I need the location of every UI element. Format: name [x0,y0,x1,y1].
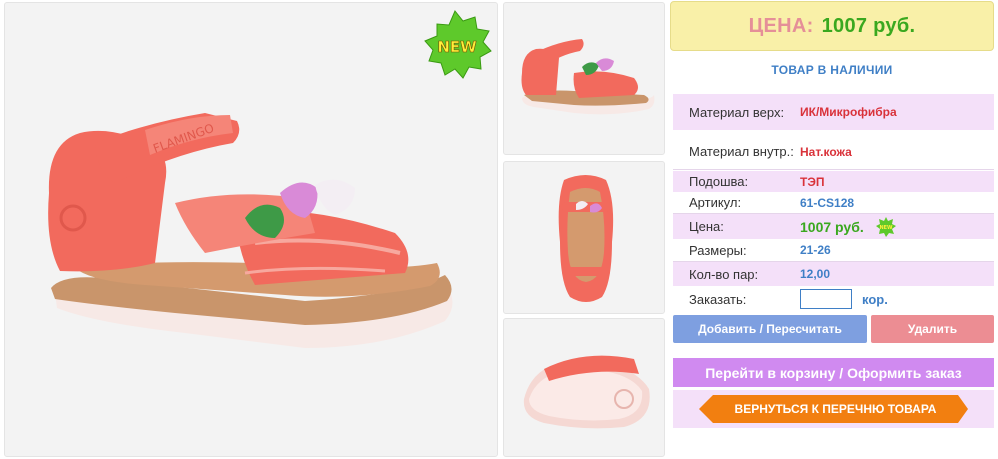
spec-label: Артикул: [689,195,742,210]
stock-status: ТОВАР В НАЛИЧИИ [771,63,893,77]
spec-row-upper-material: Материал верх: ИК/Микрофибра [673,94,994,130]
spec-label: Материал внутр.: [689,144,794,159]
thumbnail-side-view[interactable] [503,2,665,155]
new-badge-icon: NEW [424,10,492,79]
spec-row-sole: Подошва: ТЭП [673,171,994,192]
spec-value: 21-26 [800,243,831,257]
svg-text:NEW: NEW [437,38,477,56]
spec-label: Размеры: [689,242,747,258]
spec-row-inner-material: Материал внутр.: Нат.кожа [673,134,994,170]
order-unit: кор. [862,291,888,307]
spec-label: Материал верх: [689,104,785,120]
spec-label: Цена: [689,219,724,234]
main-product-image[interactable]: FLAMINGO NEW [4,2,498,457]
thumbnail-top-view[interactable] [503,161,665,314]
sandal-sole-thumb [523,355,650,429]
spec-row-sizes: Размеры: 21-26 [673,239,994,262]
spec-value: 61-CS128 [800,195,855,210]
spec-value: ИК/Микрофибра [800,105,897,119]
spec-value: Нат.кожа [800,144,852,159]
delete-button[interactable]: Удалить [871,315,994,343]
spec-row-article: Артикул: 61-CS128 [673,192,994,214]
go-to-cart-button[interactable]: Перейти в корзину / Оформить заказ [673,358,994,387]
order-row: Заказать: кор. [673,287,994,311]
back-button-container: ВЕРНУТЬСЯ К ПЕРЕЧНЮ ТОВАРА [673,390,994,428]
back-to-list-button[interactable]: ВЕРНУТЬСЯ К ПЕРЕЧНЮ ТОВАРА [699,395,968,423]
thumbnail-sole-view[interactable] [503,318,665,457]
sandal-main-illustration: FLAMINGO NEW [48,10,492,348]
spec-value: ТЭП [800,174,825,189]
sandal-top-thumb [558,175,614,302]
spec-value: 12,00 [800,267,831,281]
spec-label: Подошва: [689,174,749,189]
spec-value: 1007 руб. [800,218,864,235]
new-mini-badge-icon: NEW [875,216,896,237]
product-info-panel: ЦЕНА: 1007 руб. ТОВАР В НАЛИЧИИ Материал… [670,0,994,459]
price-label: ЦЕНА: [748,14,814,37]
price-banner: ЦЕНА: 1007 руб. [670,1,994,51]
spec-row-pairs: Кол-во пар: 12,00 [673,262,994,286]
price-value: 1007 руб. [821,14,916,37]
spec-row-price: Цена: 1007 руб. NEW [673,214,994,239]
sandal-side-thumb [521,39,655,115]
order-label: Заказать: [689,291,747,307]
add-recalculate-button[interactable]: Добавить / Пересчитать [673,315,867,343]
svg-text:NEW: NEW [879,225,893,231]
spec-label: Кол-во пар: [689,266,759,282]
order-quantity-input[interactable] [800,289,852,309]
